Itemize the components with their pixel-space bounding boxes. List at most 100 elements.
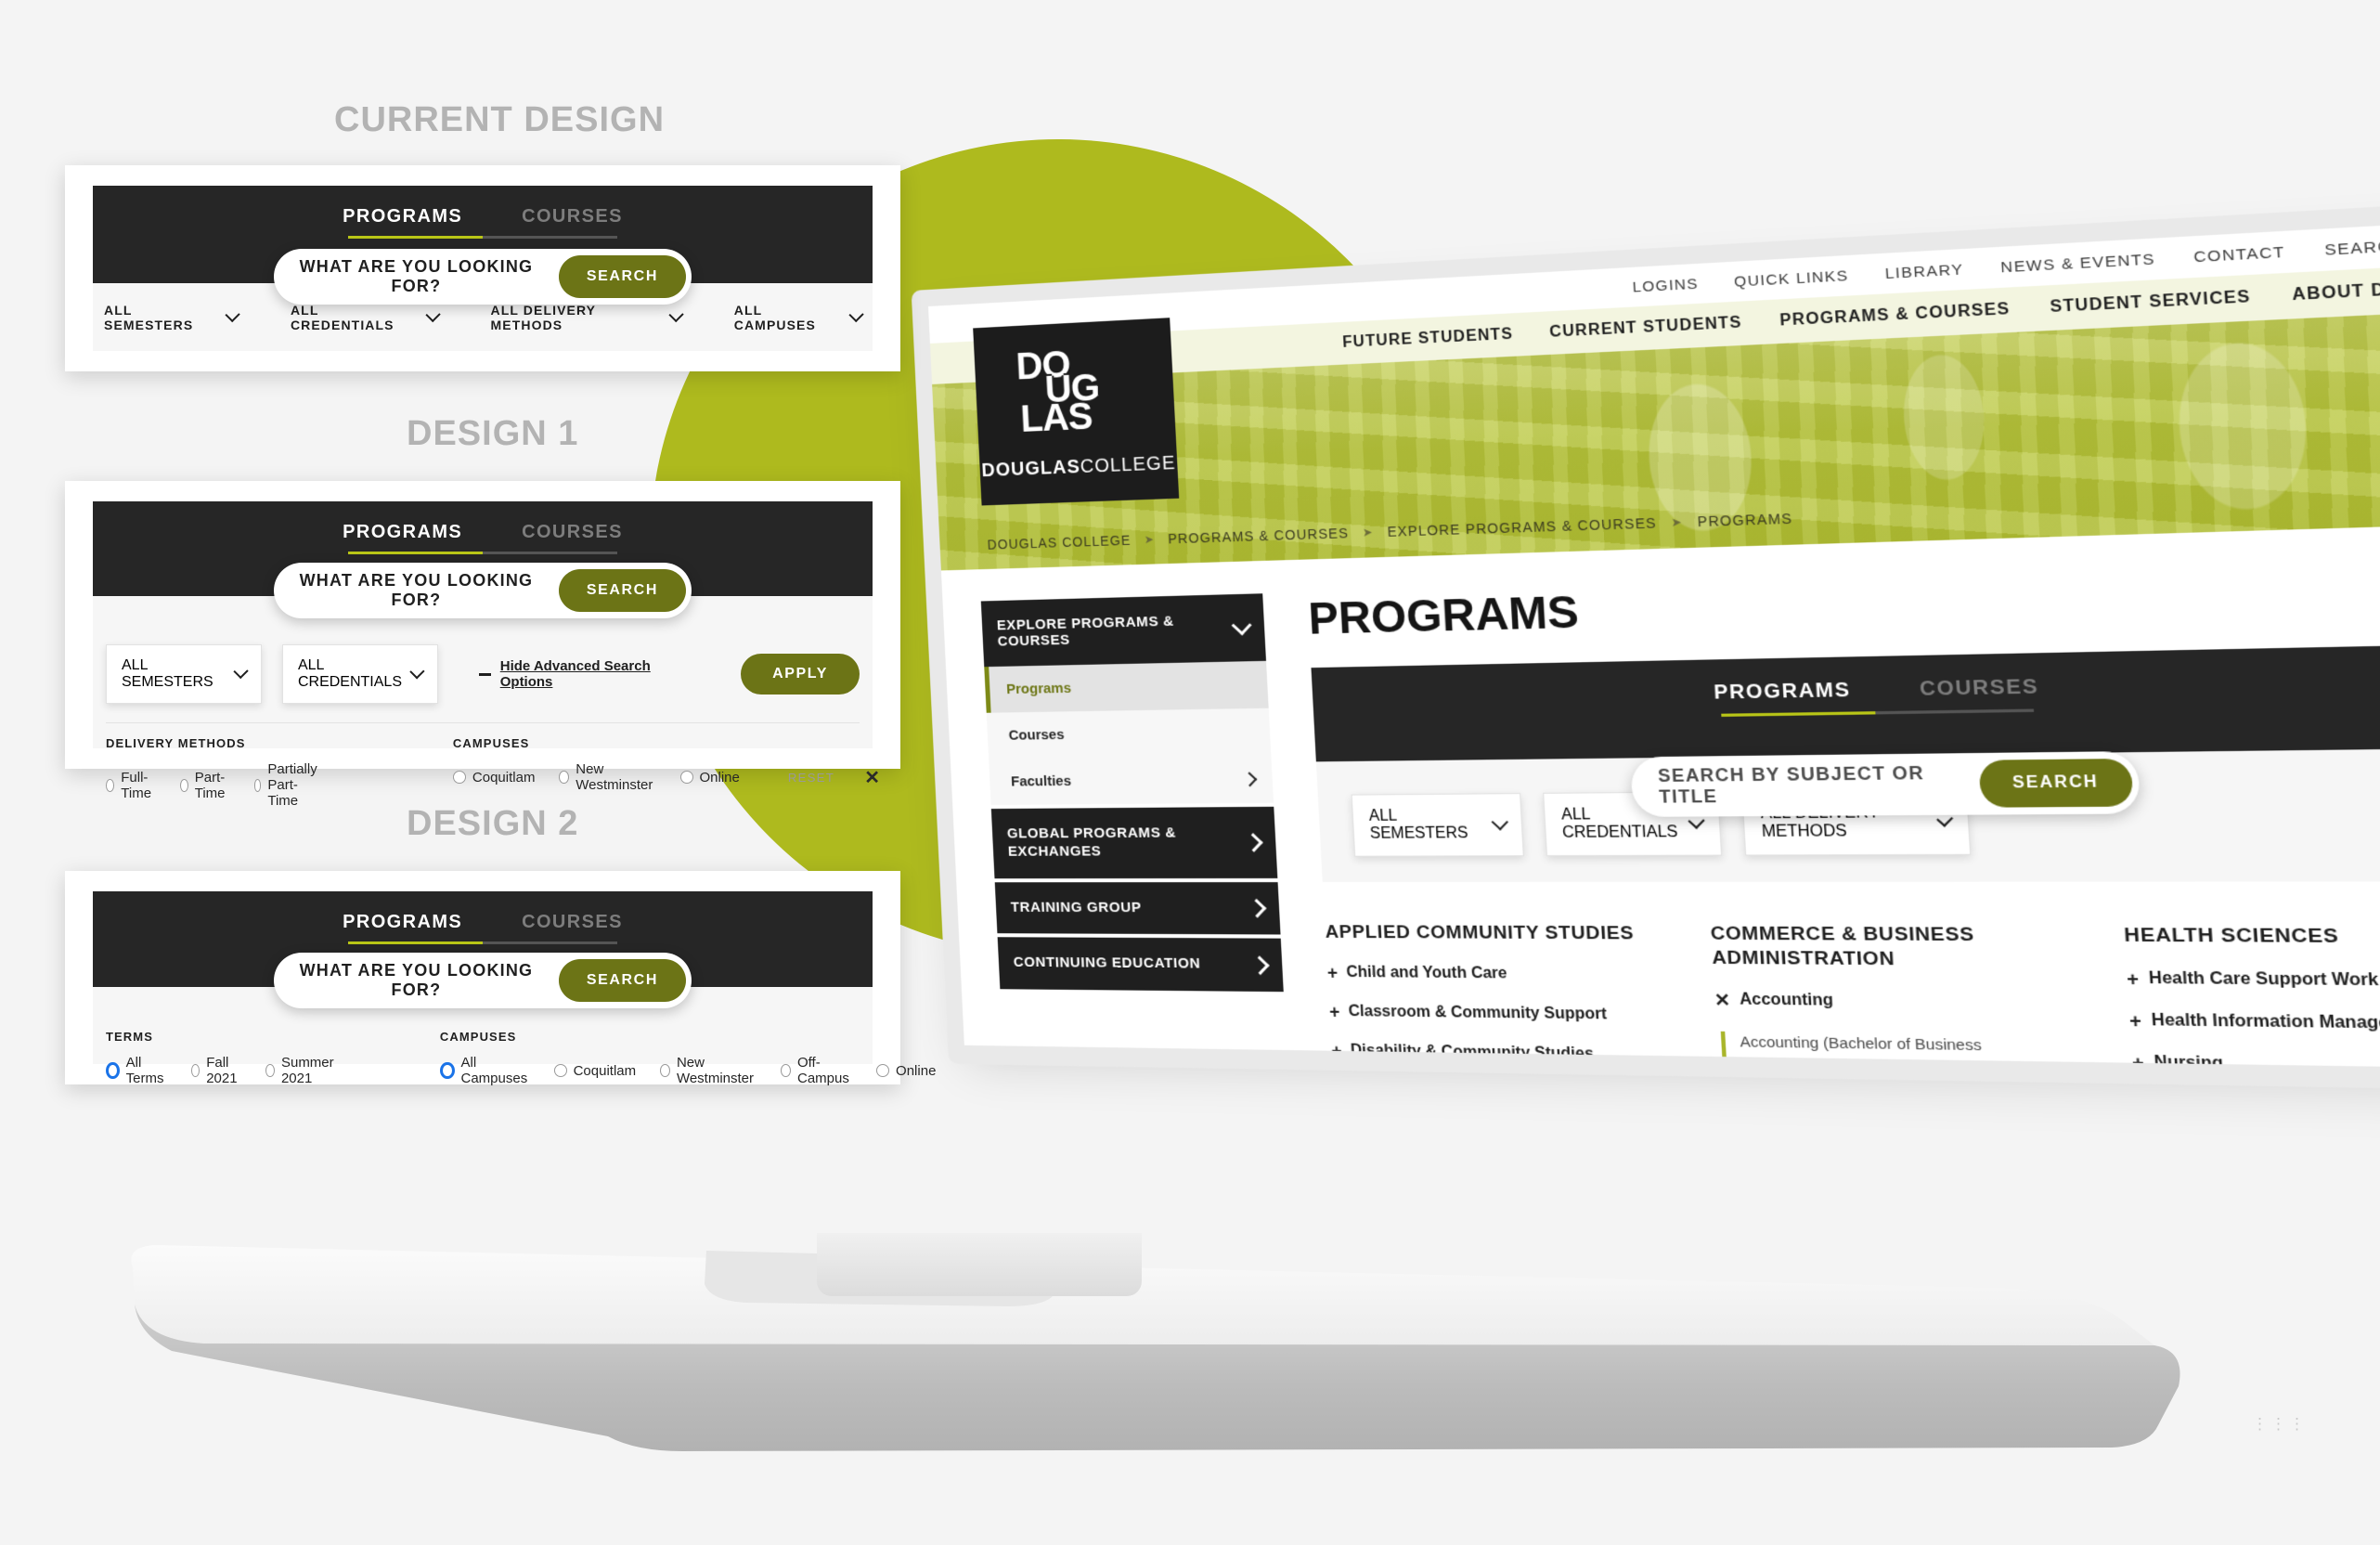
program-item[interactable]: + Child and Youth Care [1326,963,1665,984]
dropdown-all-campuses[interactable]: ALL CAMPUSES [734,303,864,332]
breadcrumb-douglas-college[interactable]: DOUGLAS COLLEGE [987,532,1132,552]
radio-off-campus[interactable]: Off-Campus [781,1055,852,1086]
search-button[interactable]: SEARCH [558,255,686,298]
sidebar-item-training-group[interactable]: TRAINING GROUP [994,881,1281,935]
radio-full-time[interactable]: Full-Time [106,770,156,801]
column-heading: HEALTH SCIENCES [2123,924,2340,948]
radio-label: Online [699,769,740,785]
sidebar-item-faculties[interactable]: Faculties [989,756,1274,805]
radio-partially-part-time[interactable]: Partially Part-Time [253,761,323,809]
radio-dot [679,771,693,784]
dropdown-all-credentials[interactable]: ALL CREDENTIALS [291,303,442,332]
radio-label: Fall 2021 [206,1055,238,1086]
search-input[interactable]: WHAT ARE YOU LOOKING FOR? [274,257,559,296]
sidebar-header-explore[interactable]: EXPLORE PROGRAMS & COURSES [980,593,1267,668]
program-item[interactable]: + Classroom & Community Support [1329,1002,1668,1024]
sidebar-item-label: TRAINING GROUP [1010,899,1143,915]
nav-programs-courses[interactable]: PROGRAMS & COURSES [1779,301,2011,331]
sidebar-item-courses[interactable]: Courses [987,708,1272,760]
sidebar-item-global-programs[interactable]: GLOBAL PROGRAMS & EXCHANGES [990,806,1278,878]
tab-courses[interactable]: COURSES [522,912,623,941]
program-finder: PROGRAMS COURSES SEARCH BY SUBJECT OR TI… [1311,643,2380,883]
dropdown-all-credentials[interactable]: ALL CREDENTIALS [281,644,438,704]
radio-dot-selected [106,1062,120,1079]
nav-student-services[interactable]: STUDENT SERVICES [2050,289,2252,318]
tab-courses[interactable]: COURSES [1919,676,2040,711]
dropdown-all-delivery-methods[interactable]: ALL DELIVERY METHODS [491,303,685,332]
nav-news-events[interactable]: NEWS & EVENTS [2000,250,2156,276]
laptop-ports: ⋮⋮⋮ [2252,1415,2308,1433]
nav-search[interactable]: SEARCH [2324,237,2380,259]
radio-part-time[interactable]: Part-Time [179,769,230,801]
program-item[interactable]: + Health Care Support Work [2127,968,2380,992]
search-pill[interactable]: WHAT ARE YOU LOOKING FOR? SEARCH [274,953,692,1008]
radio-summer-2021[interactable]: Summer 2021 [265,1055,338,1086]
design-1-card: PROGRAMS COURSES WHAT ARE YOU LOOKING FO… [65,481,900,809]
d1-finder-header: PROGRAMS COURSES WHAT ARE YOU LOOKING FO… [93,501,873,618]
nav-about-douglas[interactable]: ABOUT DOUGLAS [2292,277,2380,305]
tab-programs[interactable]: PROGRAMS [1714,679,1852,713]
laptop-hinge [817,1233,1142,1296]
radio-label: Online [896,1062,937,1079]
dropdown-label: ALL SEMESTERS [104,303,194,332]
column-heading: COMMERCE & BUSINESS ADMINISTRATION [1710,923,1975,970]
breadcrumb-programs-courses[interactable]: PROGRAMS & COURSES [1168,526,1350,547]
page-title: PROGRAMS [1307,586,1581,644]
radio-online[interactable]: Online [876,1063,936,1079]
program-item[interactable]: + Health Information Management [2128,1010,2380,1034]
chevron-down-icon [425,306,442,323]
search-button[interactable]: SEARCH [558,569,686,612]
search-input[interactable]: WHAT ARE YOU LOOKING FOR? [274,571,559,610]
reset-label[interactable]: RESET [788,771,834,785]
nav-library[interactable]: LIBRARY [1884,261,1964,282]
search-pill[interactable]: WHAT ARE YOU LOOKING FOR? SEARCH [274,563,692,618]
campuses-label: CAMPUSES [439,1030,517,1044]
sidebar-item-continuing-education[interactable]: CONTINUING EDUCATION [997,937,1284,993]
laptop-base [116,1230,2307,1500]
radio-dot [876,1064,890,1077]
search-pill[interactable]: SEARCH BY SUBJECT OR TITLE SEARCH [1629,750,2141,817]
radio-all-terms[interactable]: All Terms [106,1055,167,1086]
breadcrumb-programs: PROGRAMS [1697,510,1793,530]
radio-new-westminster[interactable]: New Westminster [559,761,655,793]
nav-contact[interactable]: CONTACT [2193,243,2286,266]
radio-new-westminster[interactable]: New Westminster [660,1055,757,1086]
tab-programs[interactable]: PROGRAMS [343,206,462,236]
radio-fall-2021[interactable]: Fall 2021 [190,1055,241,1086]
minus-icon [478,672,491,676]
apply-button[interactable]: APPLY [741,654,860,695]
nav-logins[interactable]: LOGINS [1632,275,1699,295]
radio-coquitlam[interactable]: Coquitlam [553,1063,636,1079]
douglas-college-logo[interactable]: DO UG LAS DOUGLASCOLLEGE [973,318,1180,506]
search-pill[interactable]: WHAT ARE YOU LOOKING FOR? SEARCH [274,249,692,305]
search-input[interactable]: SEARCH BY SUBJECT OR TITLE [1631,762,1982,808]
radio-coquitlam[interactable]: Coquitlam [452,770,535,785]
radio-dot [253,778,262,792]
dropdown-all-semesters[interactable]: ALL SEMESTERS [104,303,241,332]
radio-online[interactable]: Online [679,769,740,785]
dropdown-all-semesters[interactable]: ALL SEMESTERS [106,644,262,704]
tab-programs[interactable]: PROGRAMS [343,912,462,941]
radio-all-campuses[interactable]: All Campuses [439,1055,530,1086]
breadcrumb-separator-icon: ➤ [1144,532,1156,547]
radio-label: Summer 2021 [280,1055,334,1086]
sidebar: EXPLORE PROGRAMS & COURSES Programs Cour… [980,593,1293,1070]
close-icon[interactable]: ✕ [864,766,880,789]
search-button[interactable]: SEARCH [1978,758,2134,808]
nav-current-students[interactable]: CURRENT STUDENTS [1549,315,1742,343]
tab-courses[interactable]: COURSES [522,522,623,552]
program-item-expanded[interactable]: ✕ Accounting [1714,989,2077,1013]
radio-dot [265,1064,275,1077]
sidebar-item-programs[interactable]: Programs [984,660,1269,713]
tab-programs[interactable]: PROGRAMS [343,522,462,552]
search-input[interactable]: WHAT ARE YOU LOOKING FOR? [274,961,559,1000]
nav-quick-links[interactable]: QUICK LINKS [1734,266,1850,290]
radio-label: Part-Time [194,769,226,801]
search-button[interactable]: SEARCH [558,959,686,1002]
nav-future-students[interactable]: FUTURE STUDENTS [1342,326,1514,352]
dropdown-all-semesters[interactable]: ALL SEMESTERS [1351,793,1524,857]
close-icon: ✕ [1714,989,1731,1010]
advanced-search-toggle[interactable]: Hide Advanced Search Options [500,658,704,690]
tab-courses[interactable]: COURSES [522,206,623,236]
radio-dot [660,1064,670,1077]
